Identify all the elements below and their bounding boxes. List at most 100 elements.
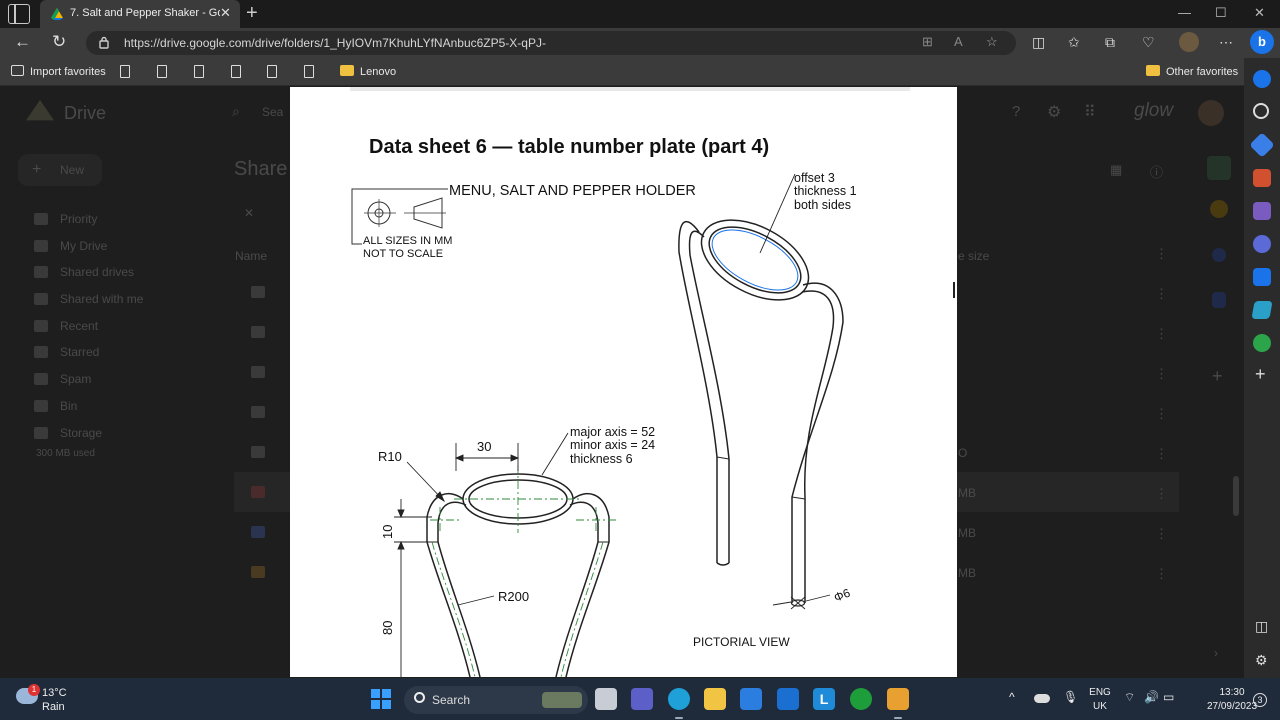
search-icon[interactable]: ⌕ <box>232 103 240 120</box>
tree-icon[interactable] <box>1253 334 1271 352</box>
favorite-page-3[interactable] <box>194 65 204 79</box>
other-favorites[interactable]: Other favorites <box>1146 65 1238 78</box>
row-menu-icon[interactable]: ⋮ <box>1155 566 1168 582</box>
new-button[interactable]: + New <box>18 154 102 186</box>
volume-icon[interactable]: 🔊 <box>1144 690 1159 704</box>
favorites-icon[interactable]: ✩ <box>1068 34 1080 51</box>
table-row[interactable] <box>251 526 265 538</box>
split-screen-icon[interactable]: ◫ <box>1032 34 1045 51</box>
sidebar-item-bin[interactable]: Bin <box>60 399 77 413</box>
browser-essentials-icon[interactable]: ♡ <box>1142 34 1155 51</box>
sidebar-settings-icon[interactable]: ⚙ <box>1255 652 1268 669</box>
grid-view-icon[interactable]: ▦ <box>1110 162 1122 178</box>
collections-icon[interactable]: ⧉ <box>1105 34 1115 51</box>
sidebar-item-shared-drives[interactable]: Shared drives <box>60 265 134 279</box>
account-avatar[interactable] <box>1198 100 1224 126</box>
search-icon[interactable] <box>1253 103 1269 119</box>
favorite-import[interactable]: Import favorites <box>11 65 106 78</box>
row-menu-icon[interactable]: ⋮ <box>1155 406 1168 422</box>
lang-line2[interactable]: UK <box>1088 701 1112 712</box>
battery-icon[interactable]: ▭ <box>1163 690 1174 704</box>
teams-icon[interactable] <box>631 688 653 710</box>
row-menu-icon[interactable]: ⋮ <box>1155 326 1168 342</box>
xbox-icon[interactable] <box>850 688 872 710</box>
refresh-icon[interactable]: ↻ <box>52 32 66 52</box>
sidebar-item-priority[interactable]: Priority <box>60 212 97 226</box>
side-app-icon[interactable] <box>1212 292 1226 308</box>
row-menu-icon[interactable]: ⋮ <box>1155 286 1168 302</box>
onedrive-icon[interactable] <box>1034 694 1050 703</box>
read-aloud-icon[interactable]: A <box>954 34 963 49</box>
table-row[interactable] <box>251 566 265 578</box>
table-row[interactable] <box>251 406 265 418</box>
address-bar[interactable]: https://drive.google.com/drive/folders/1… <box>86 31 1016 55</box>
collapse-panel-icon[interactable]: › <box>1214 646 1218 660</box>
games-icon[interactable] <box>1253 202 1271 220</box>
taskbar-search[interactable]: Search <box>404 686 588 714</box>
table-row[interactable] <box>251 326 265 338</box>
drive-search-input[interactable]: Sea <box>262 105 283 119</box>
store-icon[interactable] <box>740 688 762 710</box>
clock-time[interactable]: 13:30 <box>1210 687 1254 698</box>
side-app-icon[interactable] <box>1210 200 1228 218</box>
favorite-page-5[interactable] <box>267 65 277 79</box>
close-window-icon[interactable]: ✕ <box>1254 5 1265 21</box>
outlook-icon[interactable] <box>1253 268 1271 286</box>
table-row[interactable] <box>251 446 265 458</box>
favorite-page-6[interactable] <box>304 65 314 79</box>
side-app-icon[interactable] <box>1207 156 1231 180</box>
copilot-icon[interactable] <box>1253 235 1271 253</box>
tools-icon[interactable] <box>1253 169 1271 187</box>
task-view-icon[interactable] <box>595 688 617 710</box>
row-menu-icon[interactable]: ⋮ <box>1155 486 1168 502</box>
maximize-icon[interactable]: ☐ <box>1215 5 1227 21</box>
start-button[interactable] <box>371 689 391 709</box>
add-sidebar-app-icon[interactable]: + <box>1255 364 1266 385</box>
table-row[interactable] <box>251 486 265 498</box>
apps-grid-icon[interactable]: ⠿ <box>1084 102 1096 122</box>
wifi-icon[interactable]: ⌔ <box>1124 690 1135 705</box>
sidebar-item-spam[interactable]: Spam <box>60 372 91 386</box>
settings-more-icon[interactable]: ⋯ <box>1219 34 1233 51</box>
row-menu-icon[interactable]: ⋮ <box>1155 366 1168 382</box>
sidebar-item-storage[interactable]: Storage <box>60 426 102 440</box>
lang-line1[interactable]: ENG <box>1088 687 1112 698</box>
column-header-size[interactable]: e size <box>958 249 989 263</box>
column-header-name[interactable]: Name <box>235 249 267 263</box>
sidebar-item-starred[interactable]: Starred <box>60 345 99 359</box>
file-explorer-icon[interactable] <box>704 688 726 710</box>
scrollbar-thumb[interactable] <box>1233 476 1239 516</box>
tab-actions-icon[interactable] <box>8 4 30 24</box>
sidebar-item-shared-with-me[interactable]: Shared with me <box>60 292 143 306</box>
row-menu-icon[interactable]: ⋮ <box>1155 526 1168 542</box>
more-actions-icon[interactable]: ⋮ <box>1155 246 1168 262</box>
settings-icon[interactable]: ⚙ <box>1047 102 1061 122</box>
microphone-icon[interactable]: 🎙 <box>1063 690 1078 704</box>
launcher-l-icon[interactable]: L <box>813 688 835 710</box>
help-icon[interactable]: ? <box>1012 103 1020 120</box>
hide-sidebar-icon[interactable]: ◫ <box>1255 618 1268 635</box>
inkscape-icon[interactable] <box>887 688 909 710</box>
sidebar-item-recent[interactable]: Recent <box>60 319 98 333</box>
mail-icon[interactable] <box>777 688 799 710</box>
side-app-icon[interactable] <box>1212 248 1226 262</box>
back-icon[interactable]: ← <box>14 32 31 52</box>
bing-copilot-icon[interactable]: b <box>1250 30 1274 54</box>
table-row[interactable] <box>251 286 265 298</box>
favorite-page-1[interactable] <box>120 65 130 79</box>
new-tab-icon[interactable]: + <box>246 2 258 25</box>
favorite-page-2[interactable] <box>157 65 167 79</box>
drop-icon[interactable] <box>1251 301 1273 319</box>
info-icon[interactable]: ⓘ <box>1150 162 1163 181</box>
close-tab-icon[interactable]: ✕ <box>220 5 231 21</box>
sidebar-item-my-drive[interactable]: My Drive <box>60 239 107 253</box>
favorite-page-4[interactable] <box>231 65 241 79</box>
minimize-icon[interactable]: — <box>1178 5 1191 20</box>
favorite-star-icon[interactable]: ☆ <box>986 34 998 50</box>
app-available-icon[interactable]: ⊞ <box>922 34 933 50</box>
profile-avatar[interactable] <box>1179 32 1199 52</box>
notification-count[interactable]: 3 <box>1253 693 1267 707</box>
row-menu-icon[interactable]: ⋮ <box>1155 446 1168 462</box>
show-hidden-icons[interactable]: ^ <box>1009 690 1015 704</box>
search-sidebar-icon[interactable] <box>1253 70 1271 88</box>
